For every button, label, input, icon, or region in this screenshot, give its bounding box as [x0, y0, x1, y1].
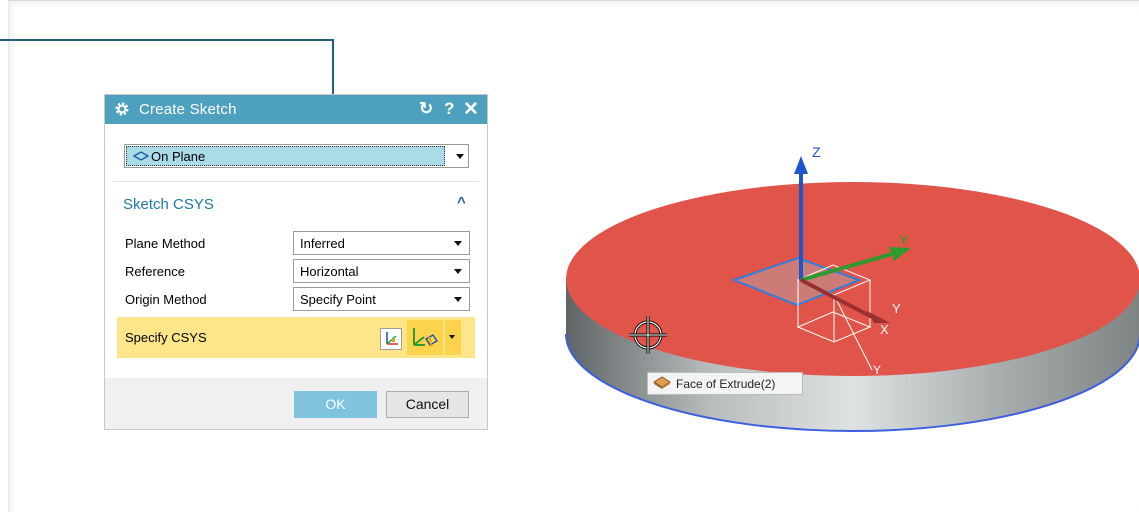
reference-value: Horizontal [300, 264, 359, 279]
axis-label-y-tertiary: Y [873, 363, 881, 377]
reference-select[interactable]: Horizontal [293, 259, 470, 283]
csys-dialog-button[interactable] [380, 328, 402, 350]
axis-label-x: X [880, 322, 889, 337]
origin-method-label: Origin Method [125, 292, 207, 307]
dialog-footer: OK Cancel [105, 378, 487, 429]
plane-method-label: Plane Method [125, 236, 206, 251]
chevron-up-icon[interactable]: ^ [457, 194, 466, 211]
dialog-titlebar[interactable]: Create Sketch ↻ ? ✕ [105, 95, 487, 124]
create-sketch-dialog: Create Sketch ↻ ? ✕ On Plane Sketch CSYS… [104, 94, 488, 430]
section-title[interactable]: Sketch CSYS [123, 196, 214, 213]
chevron-down-icon[interactable] [449, 335, 455, 339]
sketch-type-selected[interactable]: On Plane [126, 146, 445, 166]
chevron-down-icon[interactable] [454, 297, 462, 302]
selection-tooltip: Face of Extrude(2) [647, 372, 803, 395]
tooltip-text: Face of Extrude(2) [676, 377, 776, 391]
sketch-type-value: On Plane [151, 149, 206, 164]
axis-label-y: Y [899, 232, 909, 248]
sketch-type-group: On Plane [113, 131, 479, 182]
specify-csys-label: Specify CSYS [125, 330, 207, 345]
origin-method-value: Specify Point [300, 292, 376, 307]
z-axis-arrowhead [794, 156, 808, 174]
face-icon [653, 376, 671, 389]
chevron-down-icon[interactable] [454, 241, 462, 246]
gear-icon [115, 102, 129, 116]
cancel-button[interactable]: Cancel [386, 391, 469, 418]
chevron-down-icon[interactable] [456, 154, 464, 159]
dialog-title: Create Sketch [139, 101, 237, 118]
csys-dropdown[interactable] [445, 320, 461, 355]
reset-icon[interactable]: ↻ [419, 99, 433, 119]
plane-method-select[interactable]: Inferred [293, 231, 470, 255]
close-icon[interactable]: ✕ [463, 98, 479, 121]
help-icon[interactable]: ? [444, 99, 454, 119]
page: Create Sketch ↻ ? ✕ On Plane Sketch CSYS… [0, 0, 1139, 512]
sketch-type-select[interactable]: On Plane [124, 144, 469, 168]
ok-button[interactable]: OK [294, 391, 377, 418]
csys-dialog-icon [386, 332, 398, 345]
chevron-down-icon[interactable] [454, 269, 462, 274]
graphics-viewport[interactable]: Z Y Y X Y [540, 120, 1139, 440]
csys-inferred-button[interactable] [407, 320, 443, 355]
axis-label-z: Z [812, 144, 821, 160]
csys-inferred-icon [413, 328, 438, 347]
sketch-csys-section: Sketch CSYS ^ Plane Method Inferred Refe… [113, 187, 479, 379]
origin-method-select[interactable]: Specify Point [293, 287, 470, 311]
plane-icon [133, 151, 149, 161]
plane-method-value: Inferred [300, 236, 345, 251]
axis-label-y-secondary: Y [892, 301, 901, 316]
specify-csys-row[interactable]: Specify CSYS [117, 317, 475, 358]
reference-label: Reference [125, 264, 185, 279]
